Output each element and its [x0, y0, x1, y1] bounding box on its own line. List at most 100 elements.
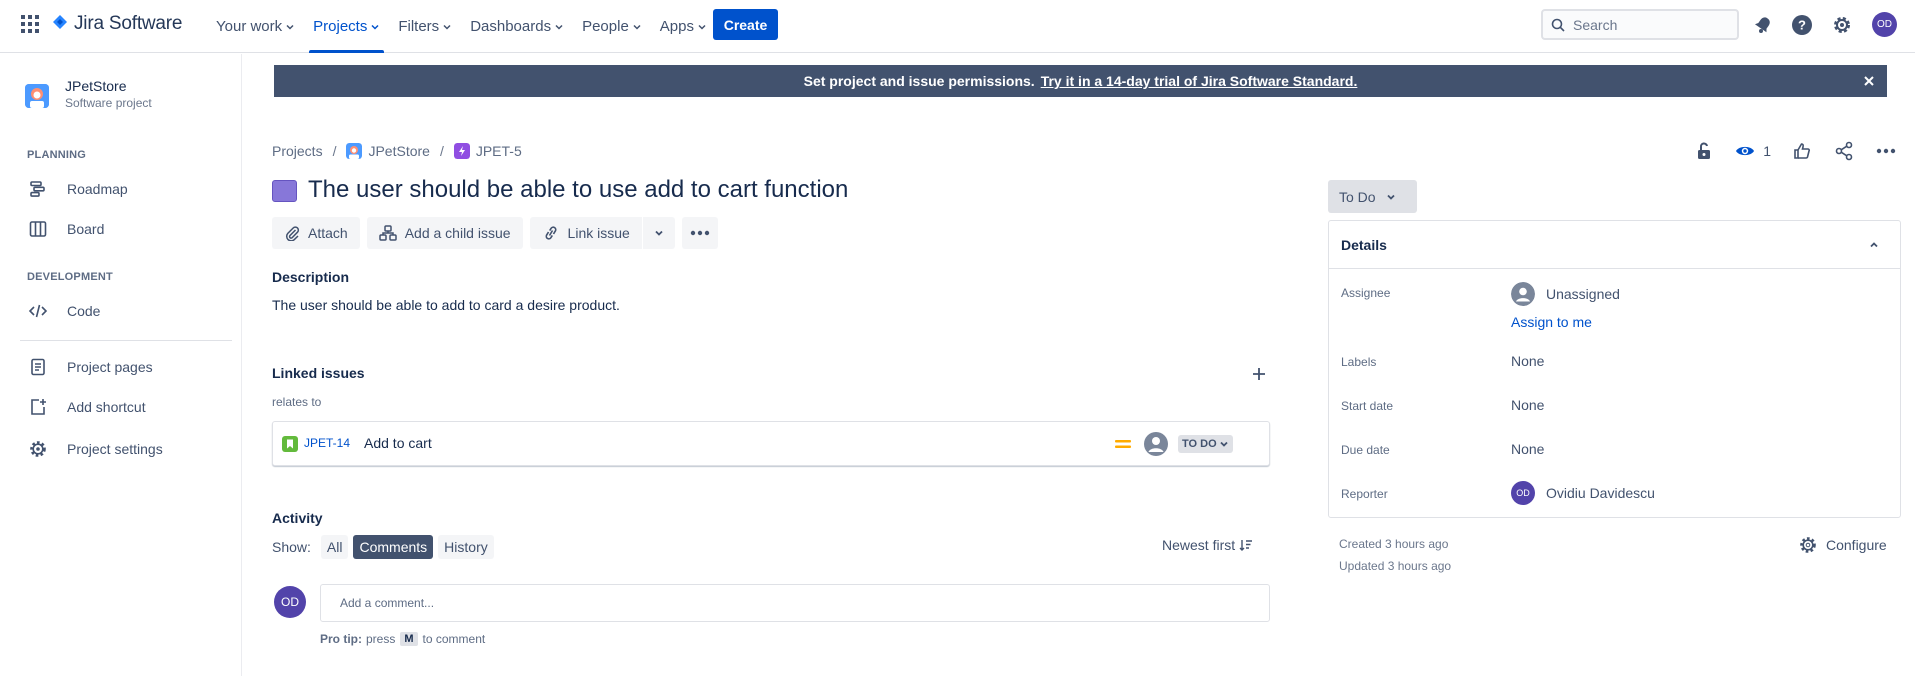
eye-icon — [1736, 146, 1755, 156]
chevron-down-icon — [655, 230, 663, 236]
assign-to-me-link[interactable]: Assign to me — [1511, 314, 1592, 330]
assignee-value: Unassigned — [1546, 286, 1620, 302]
user-avatar[interactable]: OD — [1872, 12, 1897, 37]
labels-field[interactable]: None — [1511, 353, 1544, 369]
chevron-up-icon[interactable] — [1868, 239, 1880, 251]
code-icon — [27, 300, 49, 322]
chevron-down-icon — [443, 24, 451, 30]
main-menu: Your work Projects Filters Dashboards Pe… — [207, 0, 716, 53]
linked-issues-heading: Linked issues — [272, 365, 365, 381]
nav-filters[interactable]: Filters — [389, 0, 461, 53]
sidebar-item-label: Board — [67, 221, 105, 237]
configure-label: Configure — [1826, 537, 1887, 553]
breadcrumb-issue-label: JPET-5 — [475, 143, 522, 159]
pages-icon — [27, 356, 49, 378]
filter-history[interactable]: History — [438, 535, 494, 559]
app-switcher-icon[interactable] — [21, 15, 39, 33]
protip-prefix: Pro tip: — [320, 632, 362, 646]
sort-order-button[interactable]: Newest first — [1162, 537, 1253, 553]
linked-issue-summary[interactable]: Add to cart — [364, 435, 432, 451]
link-issue-dropdown[interactable] — [642, 217, 675, 249]
details-panel: Details Assignee Unassigned Assign to me… — [1328, 220, 1901, 518]
project-avatar-icon — [346, 143, 363, 159]
share-icon — [1835, 141, 1853, 161]
start-date-field[interactable]: None — [1511, 397, 1544, 413]
linked-issue-row[interactable]: JPET-14 Add to cart TO DO — [272, 421, 1270, 466]
sort-icon — [1239, 540, 1253, 551]
reporter-value: Ovidiu Davidescu — [1546, 485, 1655, 501]
nav-your-work-label: Your work — [216, 18, 283, 35]
plus-icon[interactable] — [1249, 364, 1269, 384]
search-box[interactable] — [1541, 9, 1739, 40]
project-header[interactable]: JPetStore Software project — [25, 78, 152, 110]
search-input[interactable] — [1573, 16, 1723, 33]
breadcrumb-projects[interactable]: Projects — [272, 143, 323, 159]
filter-comments[interactable]: Comments — [353, 535, 434, 559]
banner-trial-link[interactable]: Try it in a 14-day trial of Jira Softwar… — [1041, 73, 1358, 89]
details-header[interactable]: Details — [1329, 221, 1900, 269]
sidebar-item-code[interactable]: Code — [27, 297, 100, 325]
restrictions-button[interactable] — [1689, 138, 1719, 164]
linked-issue-key[interactable]: JPET-14 — [304, 436, 350, 450]
issue-type-icon[interactable] — [272, 180, 297, 202]
vote-button[interactable] — [1787, 138, 1817, 164]
create-button[interactable]: Create — [713, 9, 778, 40]
linked-issue-status[interactable]: TO DO — [1178, 435, 1233, 453]
unassigned-avatar-icon[interactable] — [1143, 431, 1169, 457]
chevron-down-icon — [1220, 441, 1228, 447]
reporter-field[interactable]: OD Ovidiu Davidescu — [1511, 481, 1655, 505]
close-icon[interactable] — [1861, 73, 1877, 89]
link-issue-button[interactable]: Link issue — [529, 217, 642, 249]
jira-logo-icon — [53, 15, 67, 29]
priority-medium-icon — [1115, 440, 1131, 448]
sidebar-item-project-settings[interactable]: Project settings — [27, 435, 163, 463]
assignee-field[interactable]: Unassigned — [1511, 282, 1620, 306]
nav-apps[interactable]: Apps — [651, 0, 716, 53]
nav-your-work[interactable]: Your work — [207, 0, 304, 53]
add-shortcut-icon — [27, 396, 49, 418]
nav-projects[interactable]: Projects — [304, 0, 389, 53]
due-date-label: Due date — [1341, 443, 1390, 457]
description-text[interactable]: The user should be able to add to card a… — [272, 297, 620, 313]
filter-all[interactable]: All — [320, 535, 349, 559]
planning-heading: PLANNING — [27, 149, 87, 161]
nav-people[interactable]: People — [573, 0, 651, 53]
sidebar-item-label: Add shortcut — [67, 399, 146, 415]
development-heading: DEVELOPMENT — [27, 271, 113, 283]
more-actions-button[interactable] — [1871, 138, 1901, 164]
sidebar-item-label: Project pages — [67, 359, 153, 375]
sidebar-item-add-shortcut[interactable]: Add shortcut — [27, 393, 146, 421]
breadcrumb: Projects / JPetStore / JPET-5 — [272, 141, 522, 161]
nav-apps-label: Apps — [659, 18, 694, 35]
breadcrumb-project-label: JPetStore — [368, 143, 430, 159]
settings-icon[interactable] — [1831, 14, 1853, 36]
labels-label: Labels — [1341, 355, 1377, 369]
status-dropdown[interactable]: To Do — [1328, 180, 1417, 213]
nav-dashboards[interactable]: Dashboards — [461, 0, 573, 53]
configure-button[interactable]: Configure — [1798, 535, 1887, 555]
board-icon — [27, 218, 49, 240]
breadcrumb-issue[interactable]: JPET-5 — [453, 143, 522, 159]
breadcrumb-separator: / — [439, 143, 444, 159]
add-child-issue-button[interactable]: Add a child issue — [366, 217, 523, 249]
sidebar-item-board[interactable]: Board — [27, 215, 104, 243]
help-icon[interactable]: ? — [1791, 14, 1813, 36]
toolbar-more-button[interactable] — [681, 217, 718, 249]
notifications-icon[interactable] — [1752, 14, 1774, 36]
breadcrumb-project[interactable]: JPetStore — [346, 143, 430, 159]
issue-title[interactable]: The user should be able to use add to ca… — [308, 176, 848, 204]
jira-logo[interactable]: Jira Software — [52, 13, 182, 35]
assignee-label: Assignee — [1341, 286, 1391, 300]
share-button[interactable] — [1829, 138, 1859, 164]
top-navigation: Jira Software Your work Projects Filters… — [0, 0, 1915, 53]
watch-button[interactable]: 1 — [1731, 138, 1775, 164]
attach-button[interactable]: Attach — [272, 217, 360, 249]
sidebar-divider — [20, 340, 232, 341]
due-date-value: None — [1511, 441, 1545, 457]
sidebar-item-project-pages[interactable]: Project pages — [27, 353, 153, 381]
comment-input[interactable] — [320, 584, 1270, 622]
sidebar-item-roadmap[interactable]: Roadmap — [27, 175, 128, 203]
due-date-field[interactable]: None — [1511, 441, 1544, 457]
project-type: Software project — [65, 96, 152, 110]
chevron-down-icon — [633, 24, 641, 30]
